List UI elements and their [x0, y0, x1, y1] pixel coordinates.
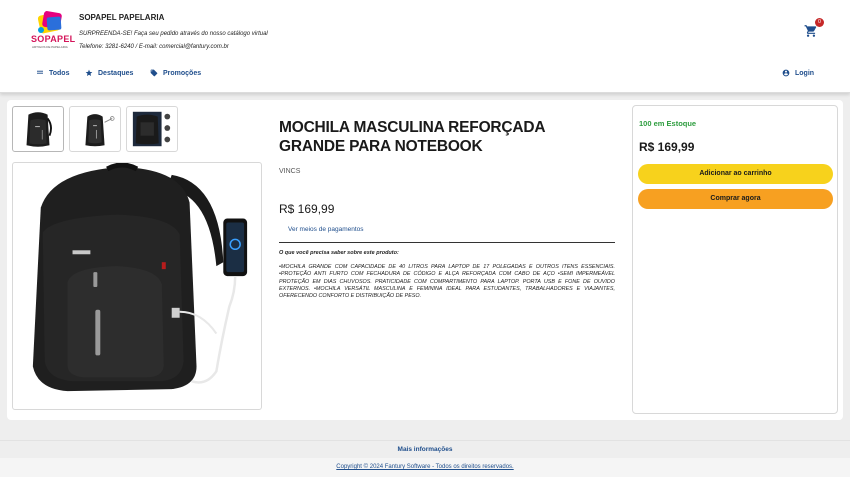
account-circle-icon: [782, 69, 790, 77]
buy-box: 100 em Estoque R$ 169,99 Adicionar ao ca…: [632, 105, 838, 414]
description-heading: O que você precisa saber sobre este prod…: [279, 250, 399, 256]
store-contact: Telefone: 3281-6240 / E-mail: comercial@…: [79, 44, 229, 50]
nav-promocoes-label: Promoções: [163, 69, 202, 77]
nav-destaques[interactable]: Destaques: [85, 69, 133, 77]
nav-login-label: Login: [795, 69, 815, 77]
nav-destaques-label: Destaques: [98, 69, 134, 77]
footer-divider: [0, 440, 850, 441]
nav-todos-label: Todos: [49, 69, 70, 77]
product-title: MOCHILA MASCULINA REFORÇADA GRANDE PARA …: [279, 119, 545, 155]
top-header: SOPAPEL ARTIGOS DE PAPELARIA SOPAPEL PAP…: [0, 0, 850, 93]
more-info-link[interactable]: Mais informações: [0, 446, 850, 453]
buy-now-button[interactable]: Comprar agora: [638, 189, 833, 209]
product-thumbnail-2[interactable]: [69, 106, 121, 152]
product-thumbnail-3[interactable]: [126, 106, 178, 152]
description-divider: [279, 242, 615, 243]
payment-methods-link[interactable]: Ver meios de pagamentos: [288, 226, 364, 233]
logo-subtext: ARTIGOS DE PAPELARIA: [32, 45, 68, 49]
product-price: R$ 169,99: [279, 202, 335, 216]
buy-box-price: R$ 169,99: [639, 140, 695, 154]
star-icon: [85, 69, 93, 76]
nav-promocoes[interactable]: Promoções: [150, 69, 201, 77]
tag-icon: [150, 69, 158, 77]
add-to-cart-button[interactable]: Adicionar ao carrinho: [638, 164, 833, 184]
logo-wordmark: SOPAPEL: [31, 34, 76, 44]
product-card: MOCHILA MASCULINA REFORÇADA GRANDE PARA …: [7, 100, 843, 420]
store-logo[interactable]: [30, 10, 72, 50]
product-brand: VINCS: [279, 168, 301, 175]
grid-icon: [37, 70, 43, 74]
store-name: SOPAPEL PAPELARIA: [79, 13, 165, 22]
product-thumbnail-1[interactable]: [12, 106, 64, 152]
nav-login[interactable]: Login: [782, 69, 814, 77]
stock-status: 100 em Estoque: [639, 119, 697, 128]
store-tagline: SURPREENDA-SE! Faça seu pedido através d…: [79, 31, 268, 37]
product-description: •MOCHILA GRANDE COM CAPACIDADE DE 40 LIT…: [279, 264, 615, 300]
cart-count-badge: 0: [815, 18, 824, 27]
product-main-image[interactable]: [12, 162, 262, 410]
copyright-link[interactable]: Copyright © 2024 Fantury Software - Todo…: [0, 464, 850, 470]
nav-todos[interactable]: Todos: [36, 69, 69, 77]
